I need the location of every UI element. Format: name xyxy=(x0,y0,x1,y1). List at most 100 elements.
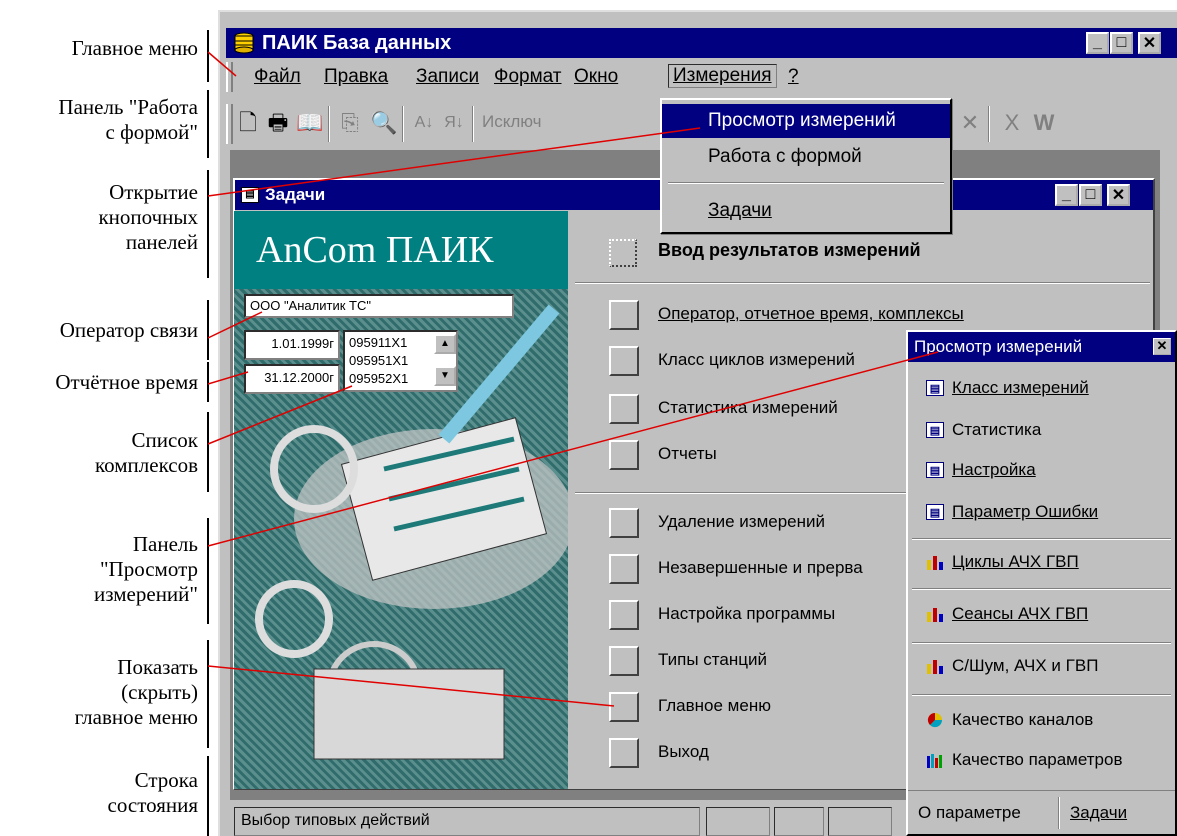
view-panel-title[interactable]: Просмотр измерений ✕ xyxy=(908,332,1175,362)
minimize-button[interactable]: _ xyxy=(1086,32,1109,54)
about-parameter-link[interactable]: О параметре xyxy=(918,803,1021,823)
panel-item-parameter-quality[interactable]: Качество параметров xyxy=(926,750,1122,770)
scroll-down-button[interactable]: ▼ xyxy=(434,366,456,386)
annotation-bar xyxy=(207,300,209,360)
annotation-bar xyxy=(207,170,209,278)
window-title: ПАИК База данных xyxy=(262,32,452,54)
panel-item-label: Качество каналов xyxy=(952,710,1094,729)
panel-item-channel-quality[interactable]: Качество каналов xyxy=(926,710,1093,730)
maximize-button[interactable]: □ xyxy=(1110,32,1133,54)
annotation-toggle-menu: Показать (скрыть) главное меню xyxy=(20,655,198,730)
measurement-cycles-label[interactable]: Класс циклов измерений xyxy=(658,350,855,370)
tasks-minimize-button[interactable]: _ xyxy=(1055,184,1078,206)
operator-settings-label[interactable]: Оператор, отчетное время, комплексы xyxy=(658,304,964,324)
delete-record-icon[interactable]: ✕ xyxy=(958,110,982,136)
menu-item-form-work[interactable]: Работа с формой xyxy=(662,140,950,174)
header-button[interactable] xyxy=(609,239,637,267)
reports-label[interactable]: Отчеты xyxy=(658,444,717,464)
status-text: Выбор типовых действий xyxy=(234,807,700,836)
menu-help[interactable]: ? xyxy=(788,66,799,88)
menu-edit[interactable]: Правка xyxy=(324,66,388,88)
statistics-button[interactable] xyxy=(609,394,639,424)
measurements-dropdown: Просмотр измерений Работа с формой Задач… xyxy=(660,98,952,234)
panel-separator xyxy=(912,642,1171,644)
reports-button[interactable] xyxy=(609,440,639,470)
menubar-grip[interactable] xyxy=(226,62,233,92)
main-menu-toggle-label[interactable]: Главное меню xyxy=(658,696,771,716)
panel-item-settings[interactable]: ▤ Настройка xyxy=(926,460,1036,480)
form-icon: ▤ xyxy=(926,462,944,478)
menu-file[interactable]: Файл xyxy=(254,66,301,88)
annotation-operator: Оператор связи xyxy=(59,318,198,342)
form-icon: ▤ xyxy=(926,422,944,438)
annotation-view-panel: Панель "Просмотр измерений" xyxy=(20,532,198,607)
annotation-line: Панель xyxy=(132,532,198,556)
station-types-button[interactable] xyxy=(609,646,639,676)
statistics-label[interactable]: Статистика измерений xyxy=(658,398,838,418)
word-export-icon[interactable]: W xyxy=(1032,110,1056,136)
panel-item-statistics[interactable]: ▤ Статистика xyxy=(926,420,1041,440)
exit-label[interactable]: Выход xyxy=(658,742,709,762)
tasks-close-button[interactable]: ✕ xyxy=(1107,184,1130,206)
form-icon: ▤ xyxy=(241,187,259,203)
divider xyxy=(575,282,1150,284)
annotation-line: Панель "Работа xyxy=(58,95,198,119)
annotation-line: панелей xyxy=(125,230,198,254)
panel-item-snr[interactable]: С/Шум, АЧХ и ГВП xyxy=(926,656,1098,676)
view-measurements-panel: Просмотр измерений ✕ ▤ Класс измерений ▤ С… xyxy=(906,330,1177,836)
tasks-link[interactable]: Задачи xyxy=(1070,803,1127,823)
annotation-bar xyxy=(207,756,209,836)
incomplete-button[interactable] xyxy=(609,554,639,584)
menu-measurements[interactable]: Измерения xyxy=(668,64,777,88)
annotation-line: Список xyxy=(131,428,198,452)
station-types-label[interactable]: Типы станций xyxy=(658,650,767,670)
panel-item-sessions[interactable]: Сеансы АЧХ ГВП xyxy=(926,604,1088,624)
main-title-bar[interactable]: ПАИК База данных _ □ ✕ xyxy=(226,28,1177,58)
delete-measurements-button[interactable] xyxy=(609,508,639,538)
print-icon[interactable]: 🖶 xyxy=(266,110,290,136)
delete-measurements-label[interactable]: Удаление измерений xyxy=(658,512,825,532)
exit-button[interactable] xyxy=(609,738,639,768)
panel-item-measurement-class[interactable]: ▤ Класс измерений xyxy=(926,378,1089,398)
exclude-label[interactable]: Исключ xyxy=(482,112,542,132)
menu-records[interactable]: Записи xyxy=(416,66,479,88)
operator-field[interactable]: ООО "Аналитик ТС" xyxy=(244,294,514,318)
toolbar-separator xyxy=(472,106,474,142)
annotation-bar xyxy=(207,518,209,624)
date-to-field[interactable]: 31.12.2000г xyxy=(244,364,340,394)
program-settings-button[interactable] xyxy=(609,600,639,630)
annotation-status: Строка состояния xyxy=(20,768,198,818)
pie-chart-icon xyxy=(926,712,944,728)
menu-window[interactable]: Окно xyxy=(574,66,618,88)
scroll-up-button[interactable]: ▲ xyxy=(434,334,456,354)
menu-format[interactable]: Формат xyxy=(494,66,562,88)
form-icon: ▤ xyxy=(926,380,944,396)
panel-item-cycles[interactable]: Циклы АЧХ ГВП xyxy=(926,552,1079,572)
panel-item-label: Качество параметров xyxy=(952,750,1123,769)
incomplete-label[interactable]: Незавершенные и прерва xyxy=(658,558,863,578)
status-cell xyxy=(774,807,824,836)
tasks-maximize-button[interactable]: □ xyxy=(1079,184,1102,206)
menu-item-view-measurements[interactable]: Просмотр измерений xyxy=(662,104,950,138)
find-icon[interactable]: 🔍 xyxy=(370,110,397,136)
program-settings-label[interactable]: Настройка программы xyxy=(658,604,835,624)
annotation-line: Открытие xyxy=(109,180,198,204)
panel-item-error-parameter[interactable]: ▤ Параметр Ошибки xyxy=(926,502,1098,522)
view-panel-close-button[interactable]: ✕ xyxy=(1153,338,1171,355)
main-menu-toggle-button[interactable] xyxy=(609,692,639,722)
close-button[interactable]: ✕ xyxy=(1138,32,1161,54)
sort-ascending-icon[interactable]: A↓ xyxy=(412,110,436,136)
date-from-field[interactable]: 1.01.1999г xyxy=(244,330,340,360)
sort-descending-icon[interactable]: Я↓ xyxy=(442,110,466,136)
book-icon[interactable]: 📖 xyxy=(296,110,323,136)
excel-export-icon[interactable]: X xyxy=(1000,110,1024,136)
measurement-cycles-button[interactable] xyxy=(609,346,639,376)
copy-icon[interactable]: ⎘ xyxy=(338,110,362,136)
print-preview-icon[interactable]: 🗋 xyxy=(236,110,260,136)
panel-item-label: Циклы АЧХ ГВП xyxy=(952,552,1079,571)
operator-settings-button[interactable] xyxy=(609,300,639,330)
toolbar-grip[interactable] xyxy=(226,104,233,144)
menu-item-tasks[interactable]: Задачи xyxy=(662,194,950,228)
form-icon: ▤ xyxy=(926,504,944,520)
panel-item-label: С/Шум, АЧХ и ГВП xyxy=(952,656,1099,675)
